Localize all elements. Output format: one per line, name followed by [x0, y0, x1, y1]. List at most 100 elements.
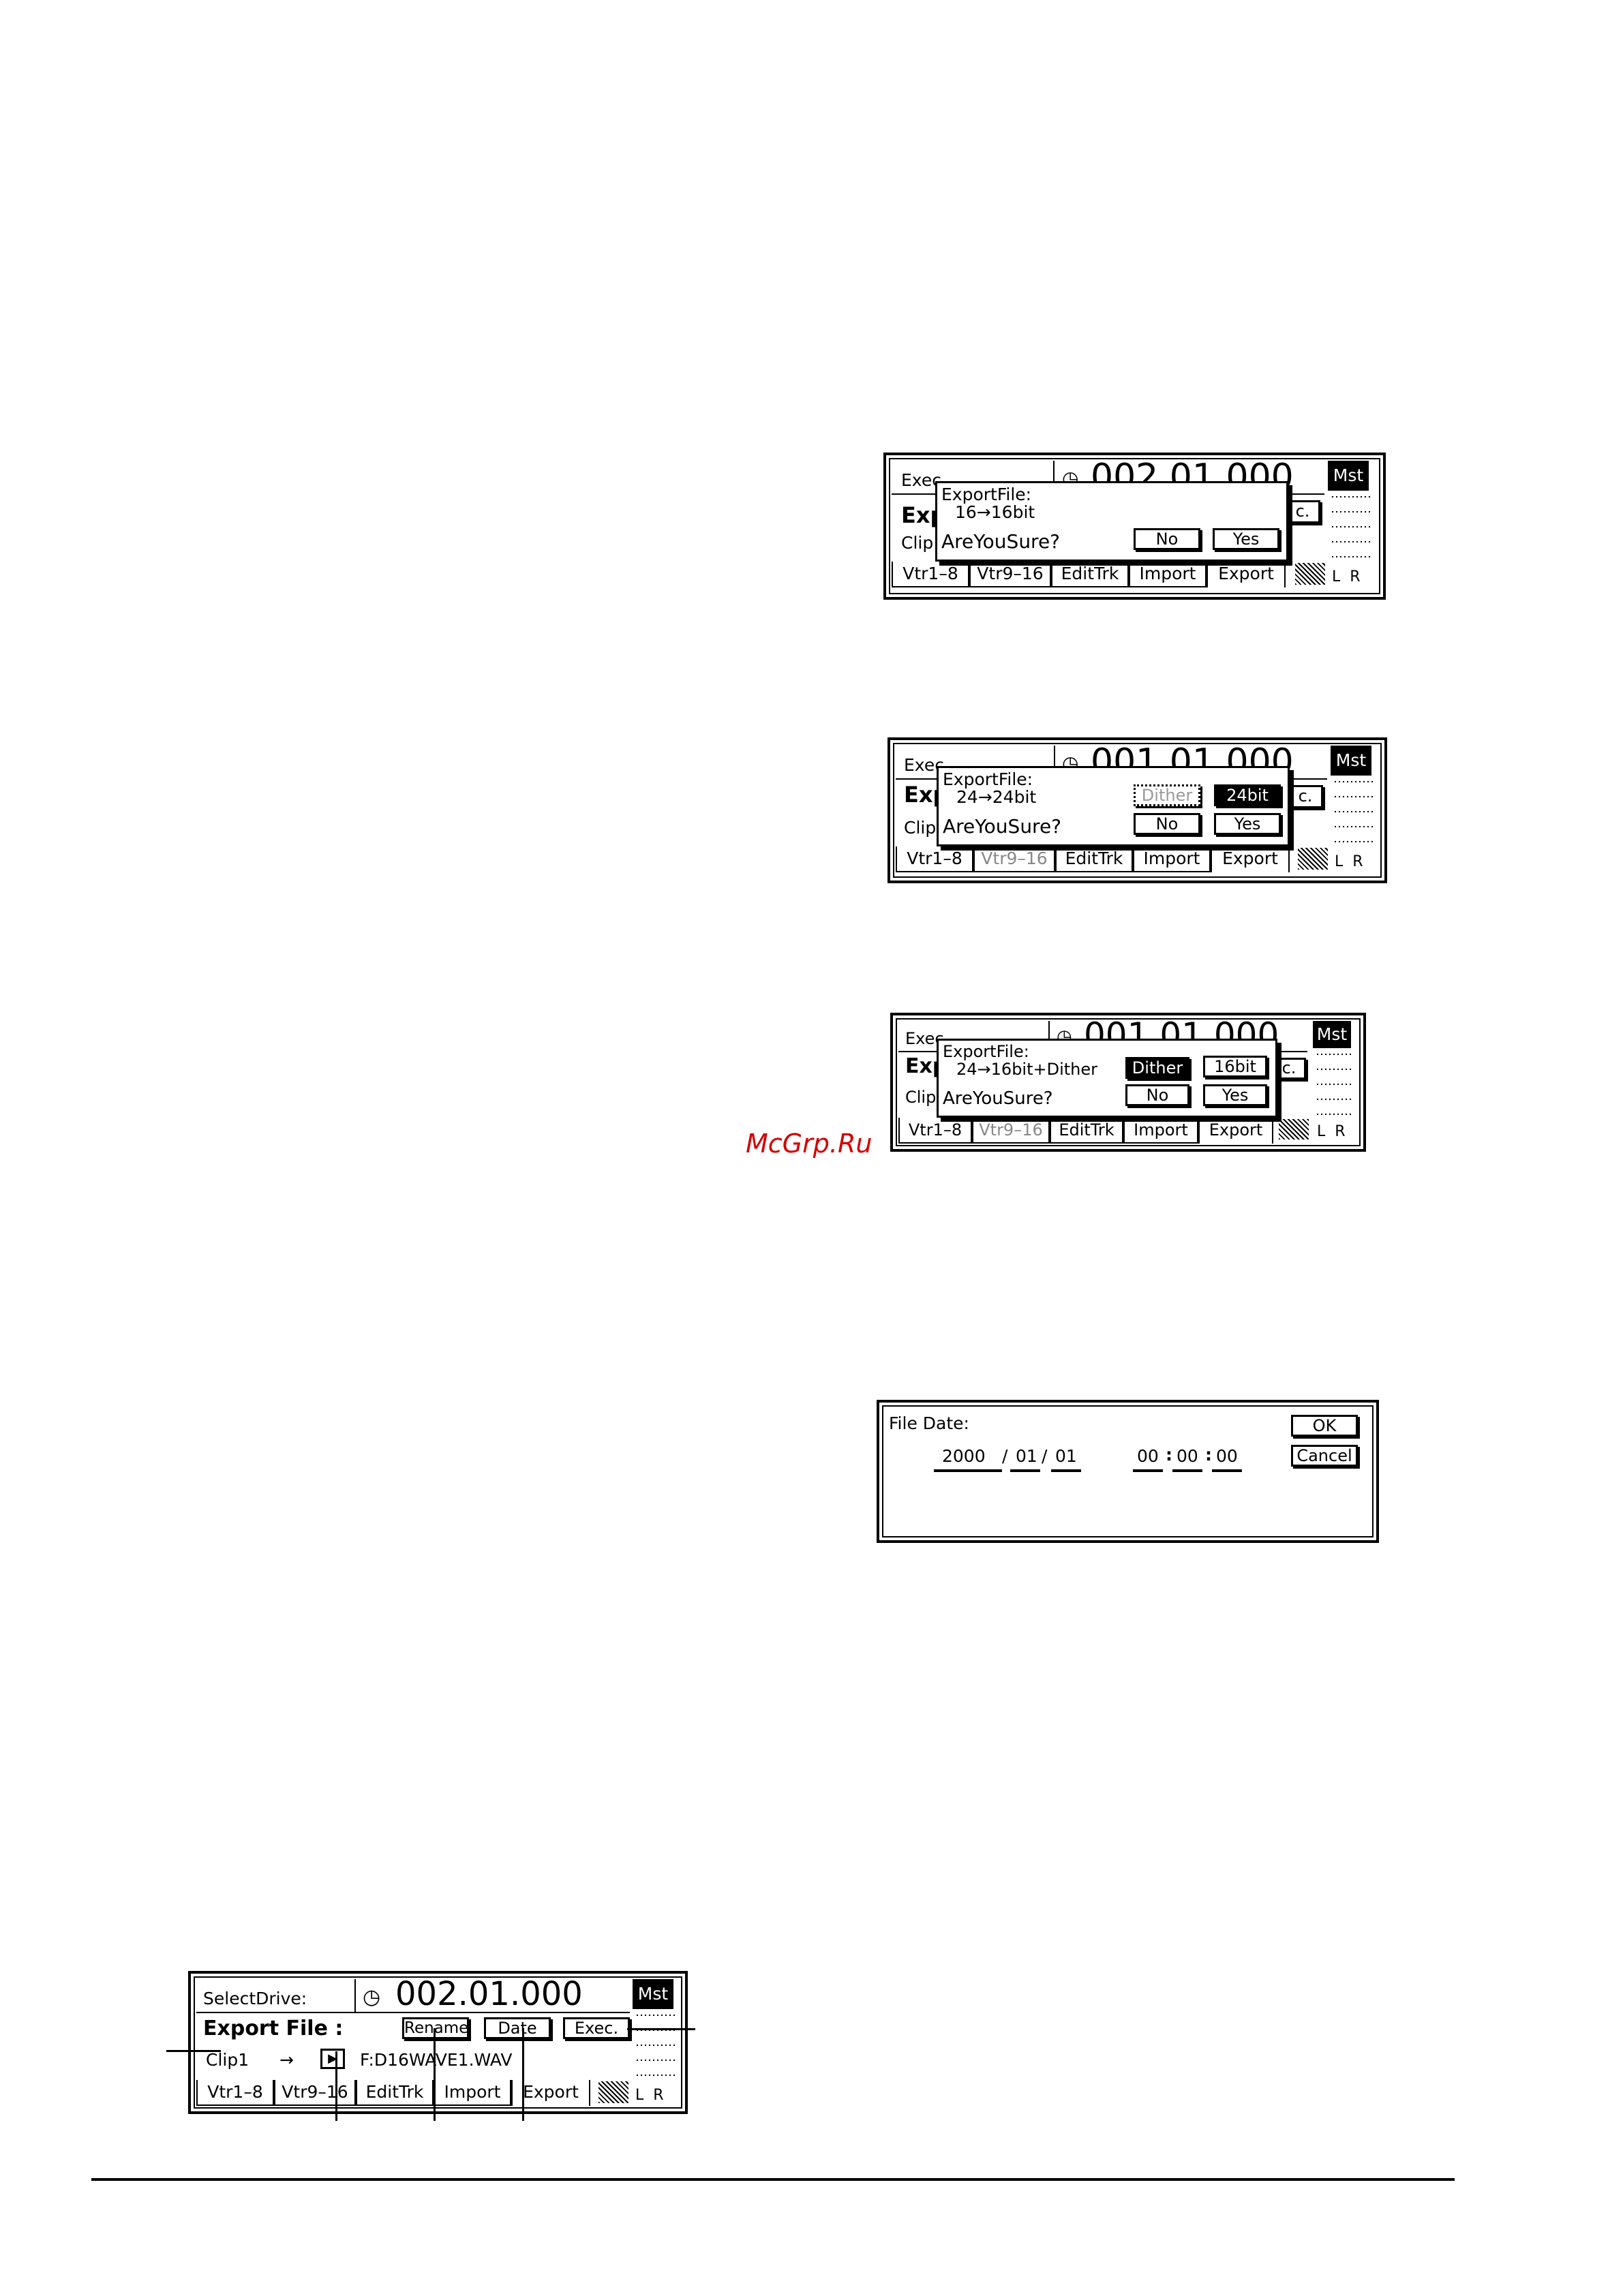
dialog-title: ExportFile: [943, 769, 1033, 789]
dither-button[interactable]: Dither [1125, 1057, 1189, 1079]
lcd-export-file: SelectDrive: ◷ 002.01.000 Mst Export Fil… [188, 1971, 688, 2114]
second-field[interactable]: 00 [1216, 1448, 1238, 1465]
tab-export[interactable]: Export [1198, 1118, 1273, 1144]
time-counter: 002.01.000 [395, 1975, 583, 2013]
tab-fill-pattern [1279, 1119, 1309, 1139]
tab-edittrk[interactable]: EditTrk [1051, 562, 1129, 587]
tab-edittrk[interactable]: EditTrk [1050, 1118, 1123, 1144]
tab-fill-pattern [1295, 563, 1325, 585]
select-drive-label: SelectDrive: [203, 1989, 307, 2008]
tab-export[interactable]: Export [1207, 562, 1286, 587]
clip-select[interactable]: Clip1 [206, 2051, 249, 2068]
exec-button[interactable]: Exec. [563, 2017, 630, 2039]
month-field[interactable]: 01 [1016, 1448, 1037, 1465]
bit-depth-button[interactable]: 24bit [1214, 784, 1281, 806]
lr-label: L R [635, 2087, 664, 2104]
ok-button[interactable]: OK [1291, 1415, 1358, 1437]
cancel-button[interactable]: Cancel [1291, 1445, 1358, 1467]
tab-import[interactable]: Import [1133, 846, 1211, 872]
date-separator: / [1042, 1446, 1048, 1466]
confirm-dialog: ExportFile: 24→16bit+Dither AreYouSure? … [937, 1039, 1277, 1118]
arrow-glyph: → [279, 2050, 294, 2070]
level-meters [634, 2015, 675, 2080]
tab-fill-pattern [598, 2081, 628, 2103]
exec-button[interactable]: c. [1285, 500, 1320, 523]
dialog-question: AreYouSure? [943, 1088, 1053, 1109]
dialog-conversion: 24→24bit [956, 787, 1037, 807]
callout-line-clip [166, 2050, 221, 2052]
clip-label: Clip [905, 1088, 937, 1107]
tab-fill-pattern [1298, 848, 1328, 870]
lcd-export-confirm-24bit: Exec ◷ 001.01.000 Mst Exp Clip c. Vtr1–8… [888, 737, 1387, 883]
play-icon[interactable]: ▶ [320, 2049, 345, 2069]
watermark: McGrp.Ru [746, 1129, 873, 1159]
file-date-dialog: File Date: 2000 / 01 / 01 00 : 00 : 00 O… [877, 1400, 1379, 1543]
dialog-question: AreYouSure? [941, 530, 1061, 553]
bit-depth-button[interactable]: 16bit [1203, 1056, 1267, 1077]
callout-line-exec [627, 2028, 695, 2030]
clip-label: Clip [901, 533, 934, 553]
lr-label: L R [1335, 853, 1363, 870]
no-button[interactable]: No [1134, 528, 1200, 550]
tab-import[interactable]: Import [1123, 1118, 1198, 1144]
dialog-conversion: 24→16bit+Dither [956, 1060, 1098, 1079]
time-separator: : [1205, 1445, 1212, 1465]
date-separator: / [1002, 1446, 1008, 1466]
day-field[interactable]: 01 [1055, 1448, 1077, 1465]
tab-import[interactable]: Import [1129, 562, 1207, 587]
date-button[interactable]: Date [484, 2017, 551, 2039]
tab-vtr9-16[interactable]: Vtr9–16 [969, 562, 1051, 587]
minute-field[interactable]: 00 [1177, 1448, 1198, 1465]
yes-button[interactable]: Yes [1203, 1084, 1267, 1106]
tab-vtr9-16[interactable]: Vtr9–16 [973, 846, 1055, 872]
master-indicator: Mst [1313, 1021, 1351, 1048]
callout-line-rename [434, 2028, 436, 2121]
tab-bar: Vtr1–8 Vtr9–16 EditTrk Import Export [898, 1118, 1273, 1144]
tab-bar: Vtr1–8 Vtr9–16 EditTrk Import Export [892, 562, 1286, 587]
lcd-export-confirm-16bit: Exec ◷ 002.01.000 Mst Exp Clip c. Vtr1–8… [883, 453, 1386, 600]
yes-button[interactable]: Yes [1213, 528, 1279, 550]
level-meters [1314, 1054, 1352, 1116]
yes-button[interactable]: Yes [1214, 813, 1281, 835]
hour-field[interactable]: 00 [1137, 1448, 1159, 1465]
year-field[interactable]: 2000 [942, 1448, 986, 1465]
tab-vtr1-8[interactable]: Vtr1–8 [892, 562, 969, 587]
tab-bar: Vtr1–8 Vtr9–16 EditTrk Import Export [196, 2080, 590, 2106]
callout-line-date [522, 2028, 524, 2121]
tab-edittrk[interactable]: EditTrk [356, 2080, 434, 2106]
tab-vtr1-8[interactable]: Vtr1–8 [896, 846, 973, 872]
master-indicator: Mst [1331, 746, 1371, 776]
lr-label: L R [1332, 568, 1361, 585]
tab-vtr9-16[interactable]: Vtr9–16 [972, 1118, 1050, 1144]
lr-label: L R [1317, 1123, 1346, 1140]
time-separator: : [1166, 1445, 1172, 1465]
master-indicator: Mst [1328, 461, 1369, 491]
dither-button[interactable]: Dither [1134, 784, 1200, 806]
tab-vtr1-8[interactable]: Vtr1–8 [898, 1118, 972, 1144]
tab-vtr9-16[interactable]: Vtr9–16 [274, 2080, 356, 2106]
footer-rule [91, 2178, 1455, 2181]
no-button[interactable]: No [1125, 1084, 1189, 1106]
rename-button[interactable]: Rename [402, 2017, 469, 2039]
confirm-dialog: ExportFile: 16→16bit AreYouSure? No Yes [935, 481, 1288, 562]
level-meters [1332, 781, 1373, 846]
lcd-export-confirm-dither: Exec ◷ 001.01.000 Mst Exp Clip c. Vtr1–8… [890, 1013, 1366, 1152]
exec-button[interactable]: c. [1288, 785, 1323, 808]
tab-edittrk[interactable]: EditTrk [1055, 846, 1133, 872]
no-button[interactable]: No [1134, 813, 1200, 835]
dialog-conversion: 16→16bit [955, 502, 1035, 522]
clock-icon: ◷ [363, 1985, 381, 2009]
confirm-dialog: ExportFile: 24→24bit AreYouSure? Dither … [937, 766, 1290, 846]
callout-line-play [335, 2051, 337, 2121]
tab-import[interactable]: Import [434, 2080, 511, 2106]
dialog-title: File Date: [889, 1413, 969, 1433]
dialog-title: ExportFile: [943, 1042, 1029, 1061]
export-filename: F:D16WAVE1.WAV [360, 2050, 513, 2070]
tab-vtr1-8[interactable]: Vtr1–8 [196, 2080, 274, 2106]
master-indicator: Mst [633, 1979, 673, 2009]
tab-export[interactable]: Export [1211, 846, 1290, 872]
dialog-title: ExportFile: [941, 485, 1032, 504]
tab-bar: Vtr1–8 Vtr9–16 EditTrk Import Export [896, 846, 1290, 872]
level-meters [1329, 496, 1370, 562]
clip-label: Clip [904, 818, 937, 838]
